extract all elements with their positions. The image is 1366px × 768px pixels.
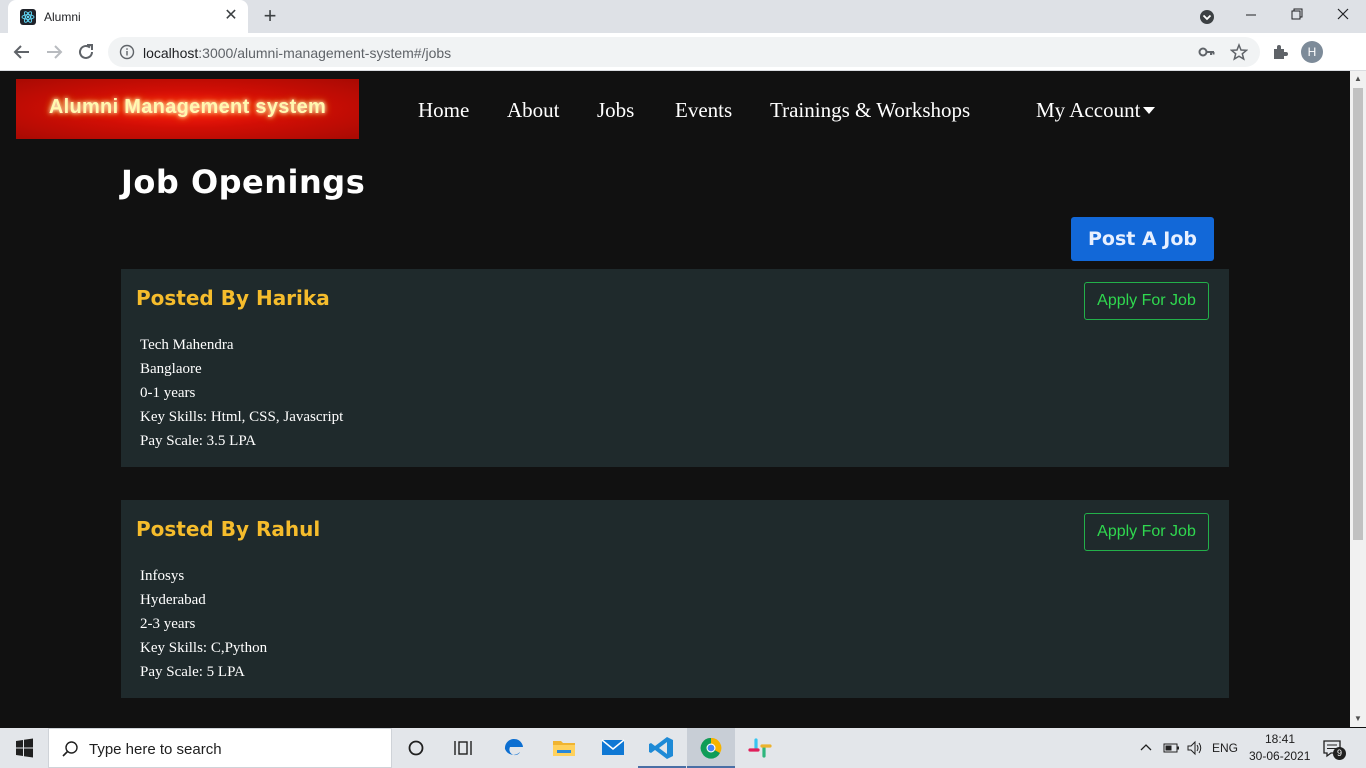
url-path: :3000/alumni-management-system#/jobs: [198, 45, 452, 61]
slack-icon[interactable]: [736, 728, 784, 768]
nav-events[interactable]: Events: [675, 98, 732, 123]
windows-start-icon[interactable]: [0, 728, 48, 768]
job-pay: Pay Scale: 5 LPA: [140, 664, 245, 680]
job-location: Hyderabad: [140, 592, 206, 608]
mail-icon[interactable]: [589, 728, 637, 768]
job-posted-by: Posted By Harika: [136, 286, 330, 310]
chevron-down-icon: [1143, 106, 1156, 114]
page-title: Job Openings: [121, 163, 366, 201]
file-explorer-icon[interactable]: [540, 728, 588, 768]
post-job-button[interactable]: Post A Job: [1071, 217, 1214, 261]
tab-title: Alumni: [44, 10, 81, 24]
brand-logo[interactable]: Alumni Management system: [16, 79, 359, 139]
browser-tab[interactable]: Alumni ✕: [8, 0, 248, 33]
apply-job-button[interactable]: Apply For Job: [1084, 282, 1209, 320]
job-card: Posted By Rahul Apply For Job Infosys Hy…: [121, 500, 1229, 698]
job-experience: 2-3 years: [140, 616, 196, 632]
back-icon[interactable]: [10, 40, 34, 64]
chevron-up-icon[interactable]: [1139, 740, 1153, 759]
clock-date[interactable]: 30-06-2021: [1249, 749, 1310, 763]
address-bar[interactable]: localhost:3000/alumni-management-system#…: [108, 37, 1260, 67]
scroll-up-icon[interactable]: ▲: [1350, 71, 1366, 87]
job-details: Tech Mahendra Banglaore 0-1 years Key Sk…: [140, 333, 343, 453]
chrome-icon[interactable]: [687, 728, 735, 768]
clock-time[interactable]: 18:41: [1265, 732, 1295, 746]
apply-job-button[interactable]: Apply For Job: [1084, 513, 1209, 551]
tab-search-icon[interactable]: [1198, 8, 1216, 26]
job-posted-by: Posted By Rahul: [136, 517, 321, 541]
scroll-down-icon[interactable]: ▼: [1350, 711, 1366, 727]
job-card: Posted By Harika Apply For Job Tech Mahe…: [121, 269, 1229, 467]
nav-about[interactable]: About: [507, 98, 560, 123]
windows-taskbar: Type here to search ENG 18:41 30-06-2021…: [0, 728, 1366, 768]
job-experience: 0-1 years: [140, 385, 196, 401]
brand-text: Alumni Management system: [48, 96, 327, 118]
language-indicator[interactable]: ENG: [1212, 741, 1238, 755]
job-company: Tech Mahendra: [140, 337, 234, 353]
nav-my-account[interactable]: My Account: [1036, 98, 1156, 123]
url-text: localhost:3000/alumni-management-system#…: [143, 45, 451, 61]
job-pay: Pay Scale: 3.5 LPA: [140, 433, 257, 449]
edge-icon[interactable]: [490, 728, 538, 768]
key-icon[interactable]: [1198, 44, 1216, 65]
job-location: Banglaore: [140, 361, 202, 377]
restore-icon[interactable]: [1274, 0, 1320, 33]
cortana-icon[interactable]: [392, 728, 440, 768]
plus-icon[interactable]: +: [258, 5, 282, 29]
info-icon[interactable]: [119, 44, 135, 65]
extensions-icon[interactable]: [1268, 40, 1292, 64]
search-icon: [61, 740, 79, 763]
forward-icon[interactable]: [42, 40, 66, 64]
browser-toolbar: localhost:3000/alumni-management-system#…: [0, 33, 1366, 71]
url-host: localhost: [143, 45, 199, 61]
nav-home[interactable]: Home: [418, 98, 469, 123]
vscode-icon[interactable]: [638, 728, 686, 768]
job-company: Infosys: [140, 568, 185, 584]
volume-icon[interactable]: [1186, 740, 1204, 761]
nav-jobs[interactable]: Jobs: [597, 98, 634, 123]
star-icon[interactable]: [1229, 42, 1249, 66]
reload-icon[interactable]: [74, 40, 98, 64]
job-skills: Key Skills: C,Python: [140, 640, 268, 656]
battery-icon[interactable]: [1163, 741, 1181, 760]
task-view-icon[interactable]: [440, 728, 488, 768]
web-page: Alumni Management system Home About Jobs…: [0, 71, 1350, 727]
browser-tabstrip: Alumni ✕ +: [0, 0, 1366, 33]
taskbar-search[interactable]: Type here to search: [48, 728, 392, 768]
page-scrollbar[interactable]: ▲ ▼: [1350, 71, 1366, 727]
nav-trainings[interactable]: Trainings & Workshops: [770, 98, 970, 123]
scroll-thumb[interactable]: [1353, 88, 1363, 540]
notification-icon[interactable]: 9: [1322, 738, 1346, 765]
minimize-icon[interactable]: [1228, 0, 1274, 33]
profile-avatar[interactable]: H: [1301, 41, 1323, 63]
close-icon[interactable]: ✕: [222, 7, 240, 25]
window-close-icon[interactable]: [1320, 0, 1366, 33]
notification-badge: 9: [1333, 747, 1346, 760]
job-skills: Key Skills: Html, CSS, Javascript: [140, 409, 344, 425]
react-favicon-icon: [20, 9, 36, 25]
job-details: Infosys Hyderabad 2-3 years Key Skills: …: [140, 564, 267, 684]
my-account-label: My Account: [1036, 98, 1141, 122]
search-placeholder: Type here to search: [89, 741, 222, 758]
